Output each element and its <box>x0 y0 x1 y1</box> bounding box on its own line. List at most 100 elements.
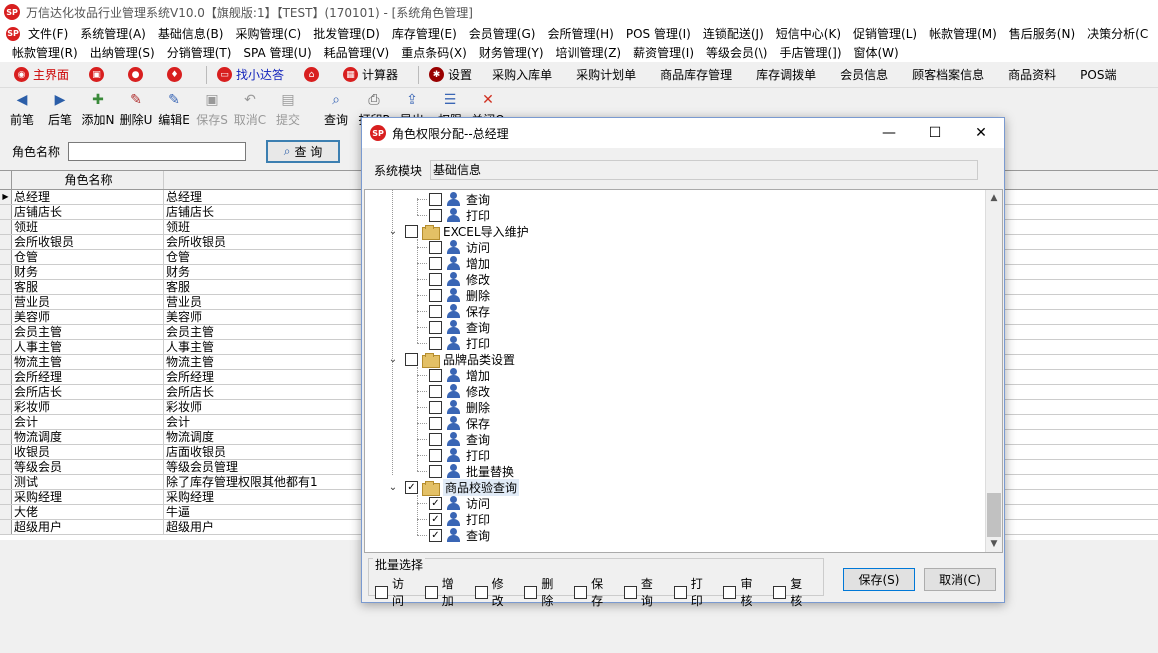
tree-permission-node[interactable]: 打印 <box>429 207 490 223</box>
menu-item[interactable]: 售后服务(N) <box>1003 25 1081 42</box>
tree-permission-node[interactable]: 访问 <box>429 239 490 255</box>
batch-checkbox[interactable] <box>375 585 388 599</box>
batch-checkbox[interactable] <box>474 585 488 599</box>
tree-permission-node[interactable]: 批量替换 <box>429 463 514 479</box>
tree-checkbox[interactable]: ✓ <box>429 496 442 510</box>
menu-item[interactable]: 连锁配送(J) <box>697 25 770 42</box>
toolbar-button[interactable]: ⌕ 查询 <box>318 88 354 130</box>
menu-item[interactable]: 文件(F) <box>22 25 74 42</box>
menu-item[interactable]: 分销管理(T) <box>161 44 238 61</box>
tree-permission-node[interactable]: 查询 <box>429 191 490 207</box>
quick-link[interactable]: 商品库存管理 <box>660 66 732 83</box>
batch-option[interactable]: 增加 <box>424 575 463 609</box>
calculator-button[interactable]: ▦ 计算器 <box>343 66 398 83</box>
tree-permission-node[interactable]: 增加 <box>429 255 490 271</box>
toolbar-button[interactable]: ✚ 添加N <box>80 88 116 130</box>
tree-checkbox[interactable] <box>429 320 442 334</box>
chevron-down-icon[interactable]: ⌄ <box>387 354 399 365</box>
menu-item[interactable]: 帐款管理(R) <box>6 44 84 61</box>
toolbar-button[interactable]: ▣ 保存S <box>194 88 230 130</box>
menu-item[interactable]: 会员管理(G) <box>463 25 542 42</box>
find-helper-button[interactable]: ▭ 找小达答 <box>217 66 284 83</box>
tree-permission-node[interactable]: ✓ 查询 <box>429 527 490 543</box>
tree-permission-node[interactable]: 修改 <box>429 271 490 287</box>
tree-checkbox[interactable] <box>429 272 442 286</box>
cancel-button[interactable]: 取消(C) <box>924 568 996 591</box>
column-header-role-name[interactable]: 角色名称 <box>12 171 164 189</box>
menu-item[interactable]: 培训管理(Z) <box>550 44 628 61</box>
batch-option[interactable]: 删除 <box>524 575 562 609</box>
menu-item[interactable]: 等级会员(\) <box>700 44 773 61</box>
batch-option[interactable]: 修改 <box>474 575 513 609</box>
menu-item[interactable]: 促销管理(L) <box>847 25 923 42</box>
toolbar-button[interactable]: ↶ 取消C <box>232 88 268 130</box>
tree-checkbox[interactable] <box>429 304 442 318</box>
menu-item[interactable]: 短信中心(K) <box>770 25 847 42</box>
batch-checkbox[interactable] <box>424 585 438 599</box>
batch-checkbox[interactable] <box>623 585 637 599</box>
menu-item[interactable]: 耗品管理(V) <box>318 44 396 61</box>
tree-checkbox[interactable] <box>429 336 442 350</box>
role-name-input[interactable] <box>68 141 247 161</box>
maximize-button[interactable]: ☐ <box>912 118 958 148</box>
tree-checkbox[interactable] <box>429 384 442 398</box>
tree-permission-node[interactable]: 打印 <box>429 335 490 351</box>
quick-link[interactable]: 会员信息 <box>840 66 888 83</box>
quick-link[interactable]: 采购计划单 <box>576 66 636 83</box>
tree-permission-node[interactable]: 删除 <box>429 287 490 303</box>
tree-checkbox[interactable] <box>429 464 442 478</box>
tree-group-node[interactable]: ⌄ EXCEL导入维护 <box>387 223 529 240</box>
quick-link[interactable]: 采购入库单 <box>492 66 552 83</box>
menu-item[interactable]: 薪资管理(I) <box>627 44 700 61</box>
tree-permission-node[interactable]: 打印 <box>429 447 490 463</box>
quick-link[interactable]: POS端 <box>1080 66 1116 83</box>
tree-permission-node[interactable]: 修改 <box>429 383 490 399</box>
tree-permission-node[interactable]: 删除 <box>429 399 490 415</box>
tree-checkbox[interactable] <box>429 368 442 382</box>
tree-checkbox[interactable]: ✓ <box>429 512 442 526</box>
menu-item[interactable]: 窗体(W) <box>848 44 905 61</box>
chevron-down-icon[interactable]: ⌄ <box>387 482 399 493</box>
tree-permission-node[interactable]: 查询 <box>429 431 490 447</box>
toolbar-button[interactable]: ✎ 编辑E <box>156 88 192 130</box>
module-field[interactable]: 基础信息 <box>430 160 979 180</box>
menu-item[interactable]: 决策分析(C <box>1081 25 1154 42</box>
tree-group-node[interactable]: ⌄ ✓ 商品校验查询 <box>387 478 520 496</box>
tree-checkbox[interactable] <box>429 400 442 414</box>
menu-item[interactable]: 系统管理(A) <box>74 25 152 42</box>
tree-checkbox[interactable] <box>429 288 442 302</box>
menu-item[interactable]: 采购管理(C) <box>229 25 307 42</box>
batch-checkbox[interactable] <box>574 585 588 599</box>
minimize-button[interactable]: — <box>866 118 912 148</box>
tree-checkbox[interactable] <box>429 448 442 462</box>
menu-item[interactable]: 会所管理(H) <box>541 25 619 42</box>
batch-checkbox[interactable] <box>524 585 538 599</box>
batch-option[interactable]: 复核 <box>773 575 811 609</box>
batch-checkbox[interactable] <box>773 585 787 599</box>
scroll-up-icon[interactable]: ▲ <box>986 190 1002 206</box>
tree-checkbox[interactable] <box>429 432 442 446</box>
menu-item[interactable]: 帐款管理(M) <box>923 25 1003 42</box>
scroll-thumb[interactable] <box>987 493 1001 537</box>
batch-option[interactable]: 打印 <box>673 575 712 609</box>
tree-checkbox[interactable] <box>405 224 418 238</box>
chat-button[interactable]: ● <box>128 67 147 82</box>
scroll-down-icon[interactable]: ▼ <box>986 536 1002 552</box>
query-button[interactable]: ⌕ 查 询 <box>266 139 341 163</box>
bulb-button[interactable]: ♦ <box>167 67 186 82</box>
tree-permission-node[interactable]: 增加 <box>429 367 490 383</box>
menu-item[interactable]: 出纳管理(S) <box>84 44 161 61</box>
menu-item[interactable]: 财务管理(Y) <box>473 44 550 61</box>
tree-checkbox[interactable] <box>429 240 442 254</box>
batch-option[interactable]: 查询 <box>623 575 662 609</box>
tree-scrollbar[interactable]: ▲ ▼ <box>985 190 1002 552</box>
batch-checkbox[interactable] <box>723 585 737 599</box>
quick-link[interactable]: 商品资料 <box>1008 66 1056 83</box>
batch-checkbox[interactable] <box>673 585 687 599</box>
tree-checkbox[interactable] <box>429 192 442 206</box>
batch-option[interactable]: 访问 <box>375 575 413 609</box>
tree-permission-node[interactable]: 保存 <box>429 415 490 431</box>
chevron-down-icon[interactable]: ⌄ <box>387 226 399 237</box>
settings-button[interactable]: ✱ 设置 <box>429 66 472 83</box>
tree-permission-node[interactable]: 查询 <box>429 319 490 335</box>
